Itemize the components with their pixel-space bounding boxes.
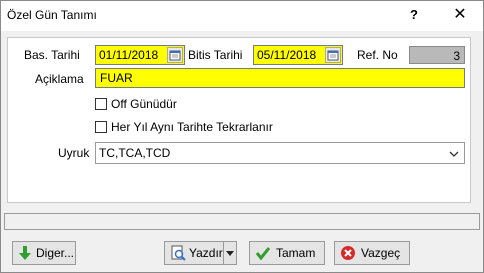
description-field[interactable]: FUAR xyxy=(95,68,465,88)
print-preview-icon xyxy=(170,245,186,264)
end-date-field[interactable]: 05/11/2018 xyxy=(253,45,343,65)
ok-button-label: Tamam xyxy=(276,246,316,260)
description-value: FUAR xyxy=(100,71,133,85)
end-date-value: 05/11/2018 xyxy=(257,48,317,62)
start-date-label: Bas. Tarihi xyxy=(24,48,80,62)
special-day-dialog: Özel Gün Tanımı ? ✕ Bas. Tarihi 01/11/20… xyxy=(0,0,484,273)
repeat-yearly-label[interactable]: Her Yıl Aynı Tarihte Tekrarlanır xyxy=(111,120,273,134)
ok-button[interactable]: Tamam xyxy=(249,241,325,265)
help-button[interactable]: ? xyxy=(403,5,425,25)
off-day-checkbox[interactable] xyxy=(95,98,107,110)
repeat-yearly-checkbox[interactable] xyxy=(95,121,107,133)
nationality-label: Uyruk xyxy=(58,146,90,160)
close-button[interactable]: ✕ xyxy=(449,5,471,25)
chevron-down-icon[interactable] xyxy=(449,148,459,162)
form-panel: Bas. Tarihi 01/11/2018 Bitis Tarihi 05/1… xyxy=(7,37,471,203)
ref-no-label: Ref. No xyxy=(357,48,398,62)
ref-no-field: 3 xyxy=(409,46,465,64)
ref-no-value: 3 xyxy=(453,49,460,63)
print-button-label: Yazdır xyxy=(189,246,223,260)
cancel-icon xyxy=(340,245,356,264)
arrow-down-icon xyxy=(18,245,32,264)
window-title: Özel Gün Tanımı xyxy=(7,8,97,22)
status-bar xyxy=(4,213,480,230)
nationality-value: TC,TCA,TCD xyxy=(99,146,171,160)
title-bar: Özel Gün Tanımı ? ✕ xyxy=(1,1,483,31)
print-button[interactable]: Yazdır xyxy=(164,241,224,265)
cancel-button-label: Vazgeç xyxy=(361,246,401,260)
nationality-select[interactable]: TC,TCA,TCD xyxy=(95,142,465,164)
start-date-field[interactable]: 01/11/2018 xyxy=(95,45,185,65)
calendar-icon[interactable] xyxy=(325,47,341,63)
caret-down-icon xyxy=(226,251,234,256)
checkmark-icon xyxy=(255,245,271,264)
cancel-button[interactable]: Vazgeç xyxy=(334,241,410,265)
description-label: Açiklama xyxy=(35,72,84,86)
end-date-label: Bitis Tarihi xyxy=(188,48,243,62)
off-day-label[interactable]: Off Günüdür xyxy=(111,97,177,111)
other-button[interactable]: Diger... xyxy=(12,241,76,265)
start-date-value: 01/11/2018 xyxy=(99,48,159,62)
other-button-label: Diger... xyxy=(36,246,75,260)
print-options-dropdown[interactable] xyxy=(223,241,237,265)
calendar-icon[interactable] xyxy=(167,47,183,63)
